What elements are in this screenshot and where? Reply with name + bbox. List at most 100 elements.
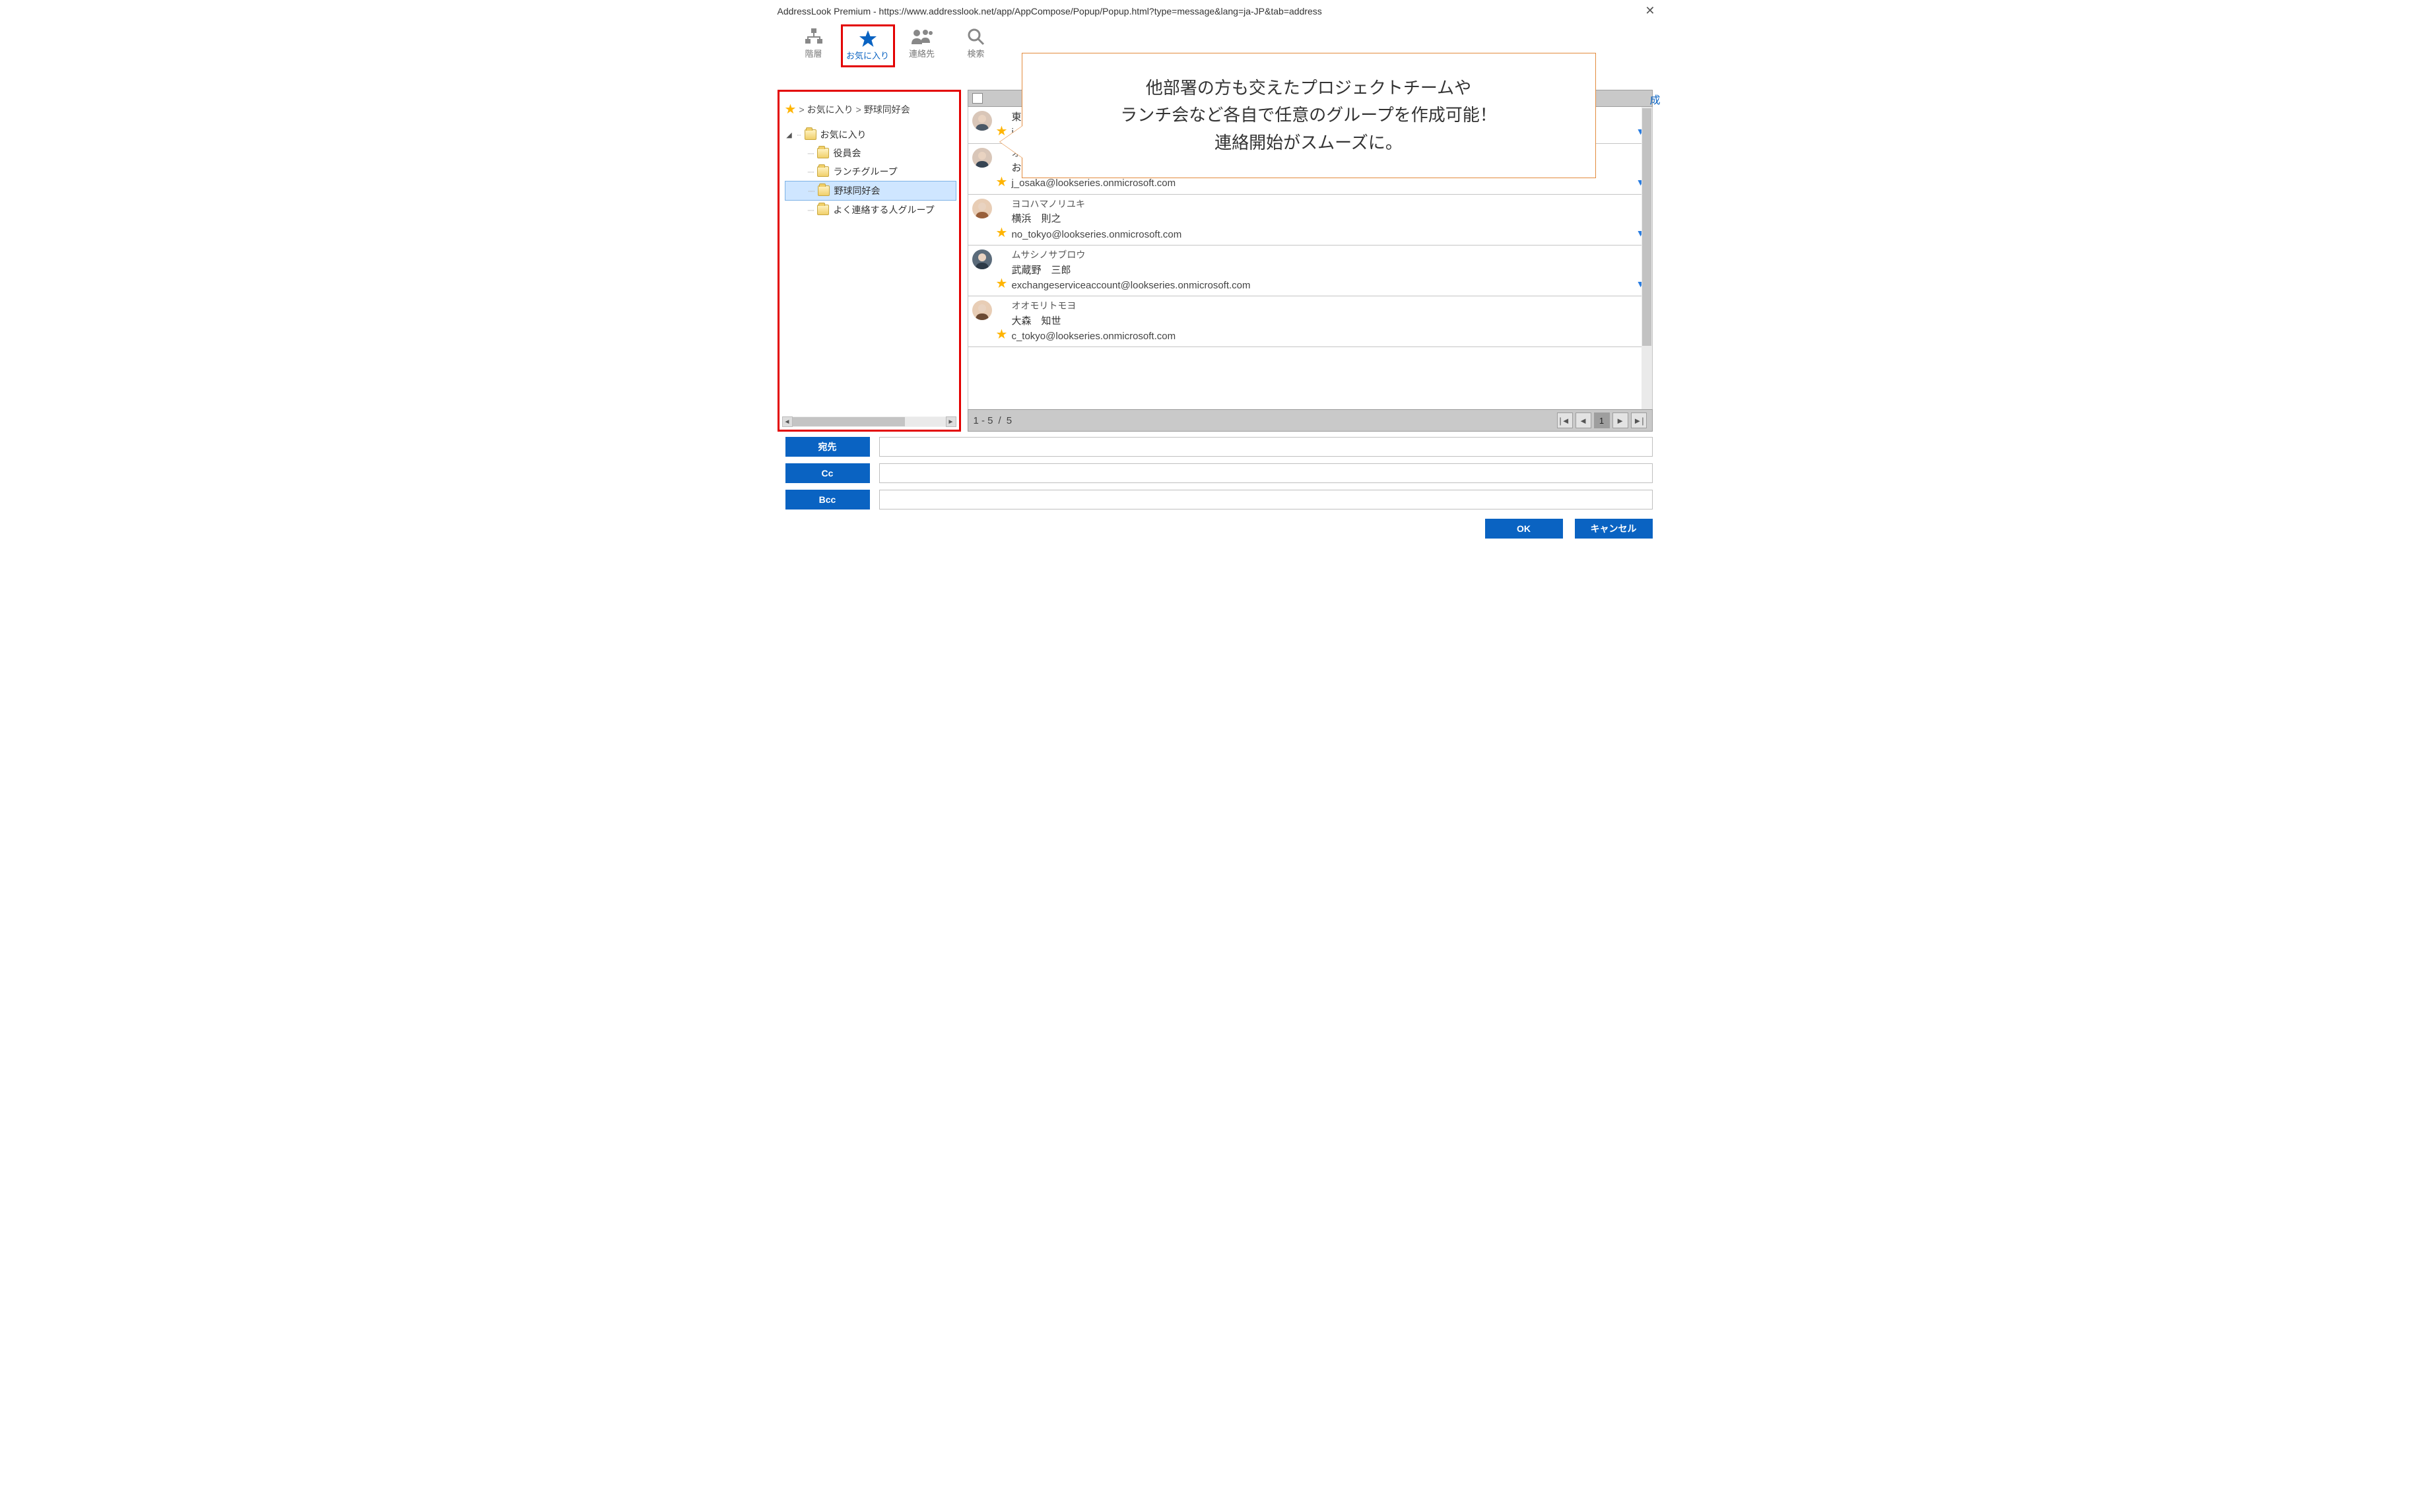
tree-item[interactable]: ····· よく連絡する人グループ: [785, 201, 956, 219]
folder-icon: [817, 205, 829, 215]
pager-prev-icon[interactable]: ◄: [1576, 412, 1591, 428]
contact-email: exchangeserviceaccount@lookseries.onmicr…: [1011, 278, 1636, 293]
contact-info: ムサシノサブロウ 武蔵野 三郎 exchangeserviceaccount@l…: [1011, 248, 1636, 293]
ok-button[interactable]: OK: [1485, 519, 1563, 539]
tree-line: ···: [797, 130, 801, 139]
contact-name: 横浜 則之: [1011, 211, 1636, 226]
bcc-button[interactable]: Bcc: [785, 490, 870, 509]
cancel-button[interactable]: キャンセル: [1575, 519, 1653, 539]
star-icon: [858, 29, 878, 49]
bcc-input[interactable]: [879, 490, 1653, 509]
scroll-right-icon[interactable]: ►: [946, 416, 956, 427]
truncated-text: 成: [1649, 91, 1660, 107]
scroll-thumb[interactable]: [793, 417, 905, 426]
tab-label: 検索: [967, 47, 984, 59]
callout-text: 他部署の方も交えたプロジェクトチームや ランチ会など各自で任意のグループを作成可…: [1120, 75, 1496, 157]
breadcrumb-part[interactable]: お気に入り: [807, 103, 853, 116]
favorite-star-icon[interactable]: ★: [996, 224, 1008, 241]
avatar: [972, 300, 992, 320]
action-bar: OK キャンセル: [758, 516, 1666, 548]
tab-favorites[interactable]: お気に入り: [841, 24, 895, 67]
contact-email: no_tokyo@lookseries.onmicrosoft.com: [1011, 227, 1636, 242]
tree-item[interactable]: ····· ランチグループ: [785, 162, 956, 181]
tree: ◢ ··· お気に入り ····· 役員会 ····· ランチグループ ····…: [780, 125, 959, 219]
contact-info: ヨコハマノリユキ 横浜 則之 no_tokyo@lookseries.onmic…: [1011, 197, 1636, 242]
to-button[interactable]: 宛先: [785, 437, 870, 457]
cc-input[interactable]: [879, 463, 1653, 483]
tab-hierarchy[interactable]: 階層: [787, 24, 841, 67]
pager: 1 - 5 / 5 |◄ ◄ 1 ► ►|: [968, 409, 1653, 432]
titlebar: AddressLook Premium - https://www.addres…: [758, 0, 1666, 22]
contact-kana: ヨコハマノリユキ: [1011, 197, 1636, 212]
tree-root-label: お気に入り: [820, 128, 867, 141]
contact-kana: ムサシノサブロウ: [1011, 248, 1636, 263]
tree-line: ·····: [807, 148, 814, 158]
contact-row[interactable]: ★ オオモリトモヨ 大森 知世 c_tokyo@lookseries.onmic…: [968, 296, 1652, 347]
contact-row[interactable]: ★ ムサシノサブロウ 武蔵野 三郎 exchangeserviceaccount…: [968, 246, 1652, 296]
tree-h-scrollbar[interactable]: ◄ ►: [782, 416, 956, 427]
folder-icon: [818, 185, 830, 196]
pager-first-icon[interactable]: |◄: [1557, 412, 1573, 428]
contact-name: 大森 知世: [1011, 313, 1649, 329]
folder-icon: [817, 166, 829, 177]
tree-item-label: 野球同好会: [834, 184, 880, 197]
contact-name: 武蔵野 三郎: [1011, 263, 1636, 278]
pager-next-icon[interactable]: ►: [1612, 412, 1628, 428]
pager-current-page[interactable]: 1: [1594, 412, 1610, 428]
pager-sep: /: [999, 415, 1001, 426]
contacts-icon: [911, 27, 933, 47]
tree-item[interactable]: ····· 役員会: [785, 144, 956, 162]
tree-item-label: 役員会: [833, 147, 861, 160]
pager-total: 5: [1007, 415, 1012, 426]
scroll-track[interactable]: [793, 417, 946, 426]
window: AddressLook Premium - https://www.addres…: [758, 0, 1666, 548]
tab-label: 階層: [805, 47, 822, 59]
favorite-star-icon[interactable]: ★: [996, 275, 1008, 292]
scroll-left-icon[interactable]: ◄: [782, 416, 793, 427]
breadcrumb: ★ > お気に入り > 野球同好会: [780, 97, 959, 125]
tree-expander-icon[interactable]: ◢: [786, 131, 793, 139]
folder-icon: [817, 148, 829, 158]
tab-label: 連絡先: [909, 47, 935, 59]
tree-item-label: ランチグループ: [833, 165, 897, 178]
tab-search[interactable]: 検索: [949, 24, 1003, 67]
to-input[interactable]: [879, 437, 1653, 457]
pager-last-icon[interactable]: ►|: [1631, 412, 1647, 428]
favorite-star-icon[interactable]: ★: [996, 326, 1008, 343]
contact-kana: オオモリトモヨ: [1011, 299, 1649, 313]
tree-root[interactable]: ◢ ··· お気に入り: [785, 125, 956, 144]
hierarchy-icon: [804, 27, 824, 47]
window-title: AddressLook Premium - https://www.addres…: [778, 6, 1322, 16]
tree-item-selected[interactable]: ····· 野球同好会: [785, 181, 956, 201]
avatar: [972, 148, 992, 168]
callout-bubble: 他部署の方も交えたプロジェクトチームや ランチ会など各自で任意のグループを作成可…: [1022, 53, 1596, 178]
avatar: [972, 111, 992, 131]
search-icon: [967, 27, 985, 47]
tab-contacts[interactable]: 連絡先: [895, 24, 949, 67]
avatar: [972, 249, 992, 269]
recipient-fields: 宛先 Cc Bcc: [758, 432, 1666, 509]
tab-label: お気に入り: [846, 49, 889, 61]
folder-icon: [805, 129, 816, 140]
breadcrumb-part[interactable]: 野球同好会: [864, 103, 910, 116]
tree-line: ·····: [808, 186, 814, 195]
bcc-row: Bcc: [785, 490, 1653, 509]
cc-row: Cc: [785, 463, 1653, 483]
avatar: [972, 199, 992, 218]
contact-info: オオモリトモヨ 大森 知世 c_tokyo@lookseries.onmicro…: [1011, 299, 1649, 344]
to-row: 宛先: [785, 437, 1653, 457]
contact-email: c_tokyo@lookseries.onmicrosoft.com: [1011, 329, 1649, 344]
select-all-checkbox[interactable]: [972, 93, 983, 104]
pager-range: 1 - 5: [974, 415, 993, 426]
favorite-star-icon[interactable]: ★: [996, 174, 1008, 190]
star-icon: ★: [785, 101, 797, 117]
scroll-thumb[interactable]: [1642, 108, 1651, 346]
list-v-scrollbar[interactable]: [1642, 107, 1652, 409]
tree-line: ·····: [807, 205, 814, 214]
tree-line: ·····: [807, 167, 814, 176]
tree-item-label: よく連絡する人グループ: [833, 203, 934, 216]
tree-panel: ★ > お気に入り > 野球同好会 ◢ ··· お気に入り ····· 役員会: [778, 90, 961, 432]
cc-button[interactable]: Cc: [785, 463, 870, 483]
contact-row[interactable]: ★ ヨコハマノリユキ 横浜 則之 no_tokyo@lookseries.onm…: [968, 195, 1652, 246]
close-button[interactable]: ✕: [1641, 4, 1659, 18]
